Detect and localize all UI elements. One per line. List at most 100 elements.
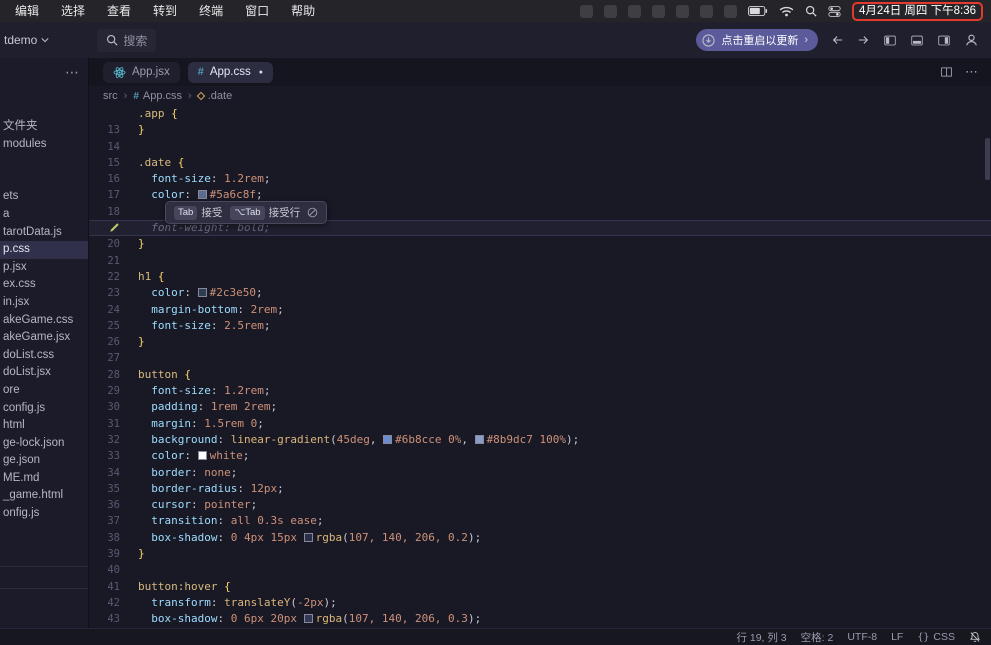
menu-item-view[interactable]: 查看 [96, 0, 142, 22]
menubar-app-icon[interactable] [700, 5, 713, 18]
statusbar-encoding[interactable]: UTF-8 [847, 631, 877, 643]
file-item-in-jsx[interactable]: in.jsx [0, 294, 88, 312]
sidebar-more-button[interactable]: ⋯ [65, 64, 80, 81]
menubar-clock[interactable]: 4月24日 周四 下午8:36 [852, 2, 983, 21]
file-item-me-md[interactable]: ME.md [0, 470, 88, 488]
code-line-24[interactable]: 24 margin-bottom: 2rem; [89, 302, 991, 318]
file-item-dolist-jsx[interactable]: doList.jsx [0, 364, 88, 382]
statusbar-eol[interactable]: LF [891, 631, 903, 643]
code-line-21[interactable]: 21 [89, 253, 991, 269]
workspace-selector[interactable]: tdemo [4, 33, 49, 47]
wifi-icon[interactable] [779, 6, 794, 17]
statusbar-cursor-position[interactable]: 行 19, 列 3 [736, 630, 786, 645]
code-line-27[interactable]: 27 [89, 350, 991, 366]
sidebar-section-divider[interactable] [0, 566, 88, 567]
account-icon[interactable] [964, 33, 979, 47]
color-swatch[interactable] [198, 288, 207, 297]
file-item-config-js[interactable]: config.js [0, 400, 88, 418]
breadcrumb-item-date[interactable]: .date [198, 90, 232, 102]
forward-arrow-icon[interactable] [857, 34, 870, 46]
code-line-top[interactable]: .app { [89, 106, 991, 122]
file-item-blank[interactable]: 文件夹 [0, 118, 88, 136]
code-editor[interactable]: .app {13}1415.date {16 font-size: 1.2rem… [89, 106, 991, 628]
tab-app-css[interactable]: #App.css● [188, 62, 273, 83]
file-item-ge-lock-json[interactable]: ge-lock.json [0, 435, 88, 453]
code-line-20[interactable]: 20} [89, 236, 991, 252]
code-line-22[interactable]: 22h1 { [89, 269, 991, 285]
menubar-app-icon[interactable] [604, 5, 617, 18]
toggle-panel-icon[interactable] [910, 34, 924, 47]
menu-item-terminal[interactable]: 终端 [188, 0, 234, 22]
color-swatch[interactable] [383, 435, 392, 444]
file-item-p-jsx[interactable]: p.jsx [0, 259, 88, 277]
control-center-icon[interactable] [828, 5, 841, 18]
color-swatch[interactable] [198, 190, 207, 199]
code-line-36[interactable]: 36 cursor: pointer; [89, 497, 991, 513]
code-line-33[interactable]: 33 color: white; [89, 448, 991, 464]
code-line-37[interactable]: 37 transition: all 0.3s ease; [89, 513, 991, 529]
code-line-34[interactable]: 34 border: none; [89, 465, 991, 481]
hide-suggestion-icon[interactable] [307, 207, 318, 218]
file-item-onfig-js[interactable]: onfig.js [0, 505, 88, 523]
titlebar-search[interactable]: 搜索 [97, 29, 156, 52]
color-swatch[interactable] [304, 614, 313, 623]
scrollbar-thumb[interactable] [985, 138, 990, 180]
code-line-30[interactable]: 30 padding: 1rem 2rem; [89, 399, 991, 415]
search-icon[interactable] [805, 5, 817, 17]
code-line-29[interactable]: 29 font-size: 1.2rem; [89, 383, 991, 399]
color-swatch[interactable] [304, 533, 313, 542]
breadcrumb-item-src[interactable]: src [103, 90, 118, 102]
sidebar-section-divider[interactable] [0, 588, 88, 589]
back-arrow-icon[interactable] [831, 34, 844, 46]
menu-item-edit[interactable]: 编辑 [4, 0, 50, 22]
code-line-23[interactable]: 23 color: #2c3e50; [89, 285, 991, 301]
restart-update-button[interactable]: 点击重启以更新 › [696, 29, 818, 51]
file-item-ets[interactable]: ets [0, 188, 88, 206]
file-item-modules[interactable]: modules [0, 136, 88, 154]
file-item-a[interactable]: a [0, 206, 88, 224]
file-item-ore[interactable]: ore [0, 382, 88, 400]
file-item-tarotdata-js[interactable]: tarotData.js [0, 224, 88, 242]
menu-item-window[interactable]: 窗口 [234, 0, 280, 22]
toggle-secondary-sidebar-icon[interactable] [937, 34, 951, 47]
file-item-p-css[interactable]: p.css [0, 241, 88, 259]
menubar-app-icon[interactable] [652, 5, 665, 18]
code-line-28[interactable]: 28button { [89, 367, 991, 383]
code-line-13[interactable]: 13} [89, 122, 991, 138]
file-item-ex-css[interactable]: ex.css [0, 276, 88, 294]
code-line-35[interactable]: 35 border-radius: 12px; [89, 481, 991, 497]
code-line-16[interactable]: 16 font-size: 1.2rem; [89, 171, 991, 187]
code-line-39[interactable]: 39} [89, 546, 991, 562]
tab-app-jsx[interactable]: App.jsx [103, 62, 180, 83]
menu-item-go[interactable]: 转到 [142, 0, 188, 22]
code-line-31[interactable]: 31 margin: 1.5rem 0; [89, 416, 991, 432]
code-line-32[interactable]: 32 background: linear-gradient(45deg, #6… [89, 432, 991, 448]
editor-more-button[interactable]: ⋯ [965, 64, 979, 80]
code-line-14[interactable]: 14 [89, 139, 991, 155]
color-swatch[interactable] [198, 451, 207, 460]
breadcrumb-item-app-css[interactable]: #App.css [133, 90, 182, 102]
menubar-app-icon[interactable] [676, 5, 689, 18]
statusbar-language[interactable]: {}CSS [917, 631, 955, 643]
code-line-25[interactable]: 25 font-size: 2.5rem; [89, 318, 991, 334]
menu-item-help[interactable]: 帮助 [280, 0, 326, 22]
file-item-html[interactable]: html [0, 417, 88, 435]
file-item-blank[interactable] [0, 153, 88, 171]
code-line-43[interactable]: 43 box-shadow: 0 6px 20px rgba(107, 140,… [89, 611, 991, 627]
statusbar-notifications[interactable] [969, 631, 981, 643]
code-line-15[interactable]: 15.date { [89, 155, 991, 171]
menubar-app-icon[interactable] [724, 5, 737, 18]
code-line-42[interactable]: 42 transform: translateY(-2px); [89, 595, 991, 611]
file-item-ge-json[interactable]: ge.json [0, 452, 88, 470]
menubar-app-icon[interactable] [580, 5, 593, 18]
file-item-dolist-css[interactable]: doList.css [0, 347, 88, 365]
color-swatch[interactable] [475, 435, 484, 444]
file-item-blank[interactable] [0, 171, 88, 189]
statusbar-indentation[interactable]: 空格: 2 [801, 630, 834, 645]
code-line-40[interactable]: 40 [89, 562, 991, 578]
menubar-app-icon[interactable] [628, 5, 641, 18]
code-line-26[interactable]: 26} [89, 334, 991, 350]
toggle-sidebar-icon[interactable] [883, 34, 897, 47]
file-item-akegame-css[interactable]: akeGame.css [0, 312, 88, 330]
menu-item-selection[interactable]: 选择 [50, 0, 96, 22]
